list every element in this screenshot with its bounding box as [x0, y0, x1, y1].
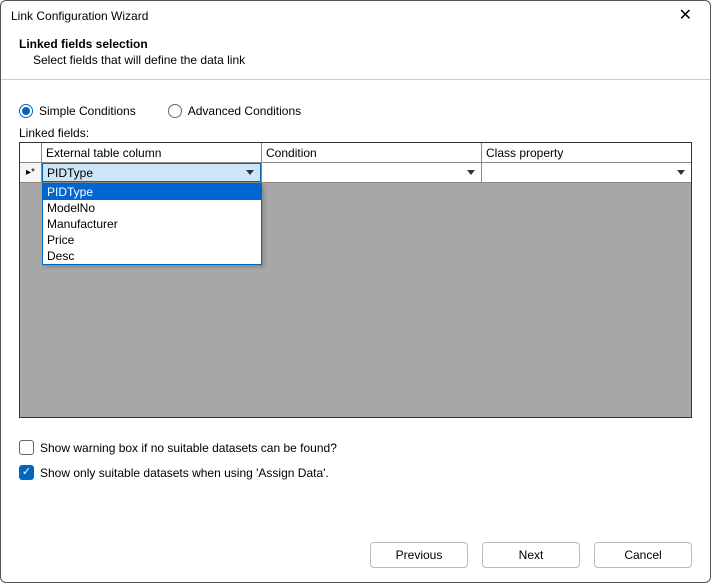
radio-icon: [19, 104, 33, 118]
checkbox-label: Show warning box if no suitable datasets…: [40, 441, 337, 455]
external-column-combo[interactable]: PIDType: [42, 163, 261, 182]
condition-combo[interactable]: [262, 163, 481, 182]
next-button[interactable]: Next: [482, 542, 580, 568]
checkbox-icon: [19, 440, 34, 455]
radio-advanced-conditions[interactable]: Advanced Conditions: [168, 104, 301, 118]
dropdown-item-modelno[interactable]: ModelNo: [43, 200, 261, 216]
column-header-external[interactable]: External table column: [42, 143, 262, 162]
checkbox-icon: ✓: [19, 465, 34, 480]
wizard-header: Linked fields selection Select fields th…: [1, 31, 710, 80]
table-row: ▸* PIDType: [20, 163, 691, 183]
cancel-button[interactable]: Cancel: [594, 542, 692, 568]
dialog-window: Link Configuration Wizard ✕ Linked field…: [0, 0, 711, 583]
chevron-down-icon: [467, 170, 475, 175]
wizard-footer: Previous Next Cancel: [1, 528, 710, 582]
page-subtitle: Select fields that will define the data …: [19, 53, 692, 67]
column-header-condition[interactable]: Condition: [262, 143, 482, 162]
radio-label: Advanced Conditions: [188, 104, 301, 118]
linked-fields-grid: External table column Condition Class pr…: [19, 142, 692, 418]
page-title: Linked fields selection: [19, 37, 692, 51]
dropdown-item-price[interactable]: Price: [43, 232, 261, 248]
radio-icon: [168, 104, 182, 118]
condition-mode-radios: Simple Conditions Advanced Conditions: [19, 104, 692, 118]
class-property-combo[interactable]: [482, 163, 691, 182]
combo-value: PIDType: [47, 166, 93, 180]
checkbox-show-warning[interactable]: Show warning box if no suitable datasets…: [19, 440, 692, 455]
grid-header-row: External table column Condition Class pr…: [20, 143, 691, 163]
close-icon[interactable]: ✕: [671, 4, 700, 28]
radio-simple-conditions[interactable]: Simple Conditions: [19, 104, 136, 118]
previous-button[interactable]: Previous: [370, 542, 468, 568]
row-selector-header: [20, 143, 42, 162]
cell-condition[interactable]: [262, 163, 482, 182]
cell-external-column[interactable]: PIDType: [42, 163, 262, 182]
checkbox-label: Show only suitable datasets when using '…: [40, 466, 329, 480]
wizard-body: Simple Conditions Advanced Conditions Li…: [1, 80, 710, 418]
external-column-dropdown[interactable]: PIDType ModelNo Manufacturer Price Desc: [42, 183, 262, 265]
dropdown-item-desc[interactable]: Desc: [43, 248, 261, 264]
dropdown-item-manufacturer[interactable]: Manufacturer: [43, 216, 261, 232]
column-header-class-property[interactable]: Class property: [482, 143, 691, 162]
radio-label: Simple Conditions: [39, 104, 136, 118]
chevron-down-icon: [246, 170, 254, 175]
check-icon: ✓: [22, 467, 31, 478]
checkbox-show-suitable[interactable]: ✓ Show only suitable datasets when using…: [19, 465, 692, 480]
window-title: Link Configuration Wizard: [11, 9, 148, 23]
cell-class-property[interactable]: [482, 163, 691, 182]
dropdown-item-pidtype[interactable]: PIDType: [43, 184, 261, 200]
row-indicator-icon[interactable]: ▸*: [20, 163, 42, 182]
titlebar: Link Configuration Wizard ✕: [1, 1, 710, 31]
linked-fields-label: Linked fields:: [19, 126, 692, 140]
chevron-down-icon: [677, 170, 685, 175]
options-checkboxes: Show warning box if no suitable datasets…: [1, 418, 710, 480]
